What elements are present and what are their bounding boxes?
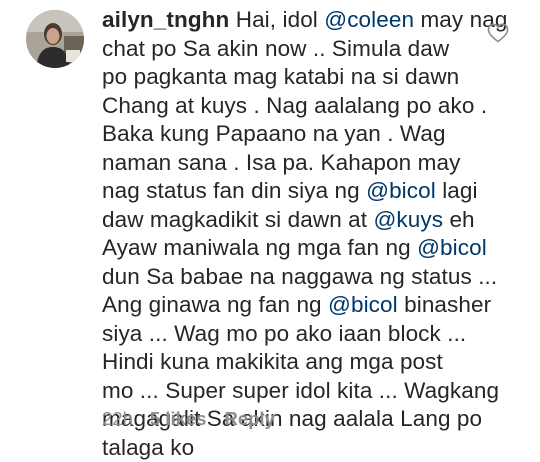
comment-line: Chang at kuys . Nag aalalang po ako . — [102, 92, 482, 121]
heart-outline-icon — [487, 23, 509, 43]
comment-line: daw magkadikit si dawn at @kuys eh — [102, 206, 482, 235]
comment-line: Ang ginawa ng fan ng @bicol binasher — [102, 291, 482, 320]
comment-text-segment: siya ... Wag mo po ako iaan block ... — [102, 321, 466, 346]
comment-text-segment: Baka kung Papaano na yan . Wag — [102, 121, 446, 146]
mention-link[interactable]: @bicol — [366, 178, 436, 203]
comment-text-segment: nag status fan din siya ng — [102, 178, 366, 203]
comment-text-segment: lagi — [436, 178, 478, 203]
comment-text-segment: po pagkanta mag katabi na si dawn — [102, 64, 459, 89]
comment-text-segment: chat po Sa akin now .. Simula daw — [102, 36, 449, 61]
comment-text-segment: Hai, idol — [236, 7, 325, 32]
comment-body: ailyn_tnghn Hai, idol @coleen may nagcha… — [102, 6, 482, 462]
comment-line: nag status fan din siya ng @bicol lagi — [102, 177, 482, 206]
comment-line: naman sana . Isa pa. Kahapon may — [102, 149, 482, 178]
comment-line: po pagkanta mag katabi na si dawn — [102, 63, 482, 92]
mention-link[interactable]: @bicol — [417, 235, 487, 260]
comment-line: mo ... Super super idol kita ... Wagkang — [102, 377, 482, 406]
like-button[interactable] — [487, 23, 511, 45]
comment-text: ailyn_tnghn Hai, idol @coleen may nagcha… — [102, 6, 482, 462]
mention-link[interactable]: @kuys — [373, 207, 443, 232]
comment-text-segment: Chang at kuys . Nag aalalang po ako . — [102, 93, 487, 118]
comment-text-segment: mo ... Super super idol kita ... Wagkang — [102, 378, 499, 403]
mention-link[interactable]: @coleen — [324, 7, 414, 32]
reply-button[interactable]: Reply — [224, 408, 274, 430]
comment-line: Ayaw maniwala ng mga fan ng @bicol — [102, 234, 482, 263]
comment-text-segment: Ayaw maniwala ng mga fan ng — [102, 235, 417, 260]
avatar-photo — [26, 10, 84, 68]
comment-line: chat po Sa akin now .. Simula daw — [102, 35, 482, 64]
avatar[interactable] — [26, 10, 84, 68]
comment-text-segment: dun Sa babae na naggawa ng status ... — [102, 264, 497, 289]
comment-text-segment: eh — [443, 207, 475, 232]
comment-text-segment: binasher — [398, 292, 491, 317]
comment-text-segment: talaga ko — [102, 435, 194, 460]
comment-text-segment: Ang ginawa ng fan ng — [102, 292, 328, 317]
comment-line: ailyn_tnghn Hai, idol @coleen may nag — [102, 6, 482, 35]
comment-text-segment: Hindi kuna makikita ang mga post — [102, 349, 443, 374]
comment-line: Hindi kuna makikita ang mga post — [102, 348, 482, 377]
comment-line: talaga ko — [102, 434, 482, 462]
comment-text-segment: daw magkadikit si dawn at — [102, 207, 373, 232]
username[interactable]: ailyn_tnghn — [102, 7, 229, 32]
comment-line: dun Sa babae na naggawa ng status ... — [102, 263, 482, 292]
comment-meta: 22h 5 likes Reply — [102, 408, 275, 430]
comment-line: siya ... Wag mo po ako iaan block ... — [102, 320, 482, 349]
comment-timestamp: 22h — [102, 408, 133, 430]
comment-line: Baka kung Papaano na yan . Wag — [102, 120, 482, 149]
comment: ailyn_tnghn Hai, idol @coleen may nagcha… — [0, 0, 540, 444]
comment-text-segment: naman sana . Isa pa. Kahapon may — [102, 150, 460, 175]
mention-link[interactable]: @bicol — [328, 292, 398, 317]
likes-count[interactable]: 5 likes — [150, 408, 207, 430]
